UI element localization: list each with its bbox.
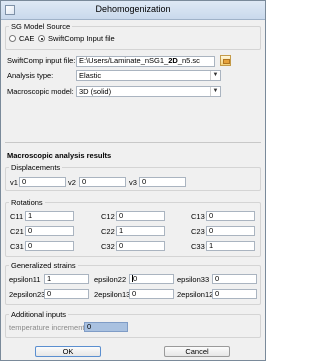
c13-field[interactable]: 0	[206, 211, 255, 221]
c12-label: C12	[101, 212, 115, 221]
separator	[5, 142, 261, 143]
2epsilon23-field[interactable]: 0	[44, 289, 89, 299]
2epsilon13-label: 2epsilon13	[94, 290, 131, 299]
chevron-down-icon[interactable]: ▼	[210, 87, 220, 96]
swiftcomp-input-radio-label[interactable]: SwiftComp Input file	[48, 34, 115, 44]
epsilon11-label: epsilon11	[9, 275, 41, 284]
temperature-increment-field[interactable]: 0	[84, 322, 128, 332]
input-file-path-suffix: _n5.sc	[177, 56, 200, 65]
epsilon33-label: epsilon33	[177, 275, 210, 284]
analysis-type-value: Elastic	[79, 71, 102, 80]
sg-model-source-label: SG Model Source	[9, 22, 73, 31]
epsilon22-label: epsilon22	[94, 275, 127, 284]
macro-model-select[interactable]: 3D (solid) ▼	[76, 86, 221, 97]
c12-field[interactable]: 0	[116, 211, 165, 221]
cancel-button[interactable]: Cancel	[164, 346, 230, 357]
dehomogenization-dialog: Dehomogenization SG Model Source CAE Swi…	[0, 0, 266, 361]
macro-model-label: Macroscopic model:	[7, 87, 74, 96]
ok-button[interactable]: OK	[35, 346, 101, 357]
v2-label: v2	[68, 178, 76, 187]
c22-label: C22	[101, 227, 115, 236]
cae-radio[interactable]	[9, 35, 16, 42]
c13-label: C13	[191, 212, 205, 221]
macro-model-value: 3D (solid)	[79, 87, 112, 96]
2epsilon12-field[interactable]: 0	[212, 289, 257, 299]
cae-radio-label[interactable]: CAE	[19, 34, 34, 44]
c21-label: C21	[10, 227, 24, 236]
v1-label: v1	[10, 178, 18, 187]
swiftcomp-input-radio[interactable]	[38, 35, 45, 42]
v2-field[interactable]: 0	[79, 177, 126, 187]
epsilon22-value: 0	[133, 274, 138, 283]
c31-label: C31	[10, 242, 24, 251]
additional-inputs-label: Additional inputs	[9, 310, 69, 319]
title-bar: Dehomogenization	[1, 1, 265, 20]
c32-field[interactable]: 0	[116, 241, 165, 251]
c23-field[interactable]: 0	[206, 226, 255, 236]
c21-field[interactable]: 0	[25, 226, 74, 236]
c11-label: C11	[10, 212, 24, 221]
2epsilon23-label: 2epsilon23	[9, 290, 46, 299]
2epsilon12-label: 2epsilon12	[177, 290, 214, 299]
c11-field[interactable]: 1	[25, 211, 74, 221]
displacements-label: Displacements	[9, 163, 63, 172]
2epsilon13-field[interactable]: 0	[129, 289, 174, 299]
input-file-label: SwiftComp input file:	[7, 56, 76, 65]
input-file-path-bold: 2D	[168, 56, 178, 65]
c22-field[interactable]: 1	[116, 226, 165, 236]
window-title: Dehomogenization	[95, 4, 171, 14]
c33-label: C33	[191, 242, 205, 251]
temperature-increment-label: temperature increment	[9, 323, 85, 332]
analysis-type-label: Analysis type:	[7, 71, 54, 80]
results-heading: Macroscopic analysis results	[7, 151, 112, 160]
strains-label: Generalized strains	[9, 261, 78, 270]
c33-field[interactable]: 1	[206, 241, 255, 251]
input-file-path-prefix: E:\Users/Laminate_nSG1_	[79, 56, 169, 65]
c23-label: C23	[191, 227, 205, 236]
v3-label: v3	[129, 178, 137, 187]
epsilon33-field[interactable]: 0	[212, 274, 257, 284]
v3-field[interactable]: 0	[139, 177, 186, 187]
c32-label: C32	[101, 242, 115, 251]
browse-folder-icon[interactable]	[220, 55, 231, 66]
chevron-down-icon[interactable]: ▼	[210, 71, 220, 80]
epsilon22-field[interactable]: 0	[129, 274, 174, 284]
input-file-field[interactable]: E:\Users/Laminate_nSG1_2D_n5.sc	[76, 56, 215, 67]
rotations-label: Rotations	[9, 198, 45, 207]
c31-field[interactable]: 0	[25, 241, 74, 251]
v1-field[interactable]: 0	[19, 177, 66, 187]
analysis-type-select[interactable]: Elastic ▼	[76, 70, 221, 81]
epsilon11-field[interactable]: 1	[44, 274, 89, 284]
